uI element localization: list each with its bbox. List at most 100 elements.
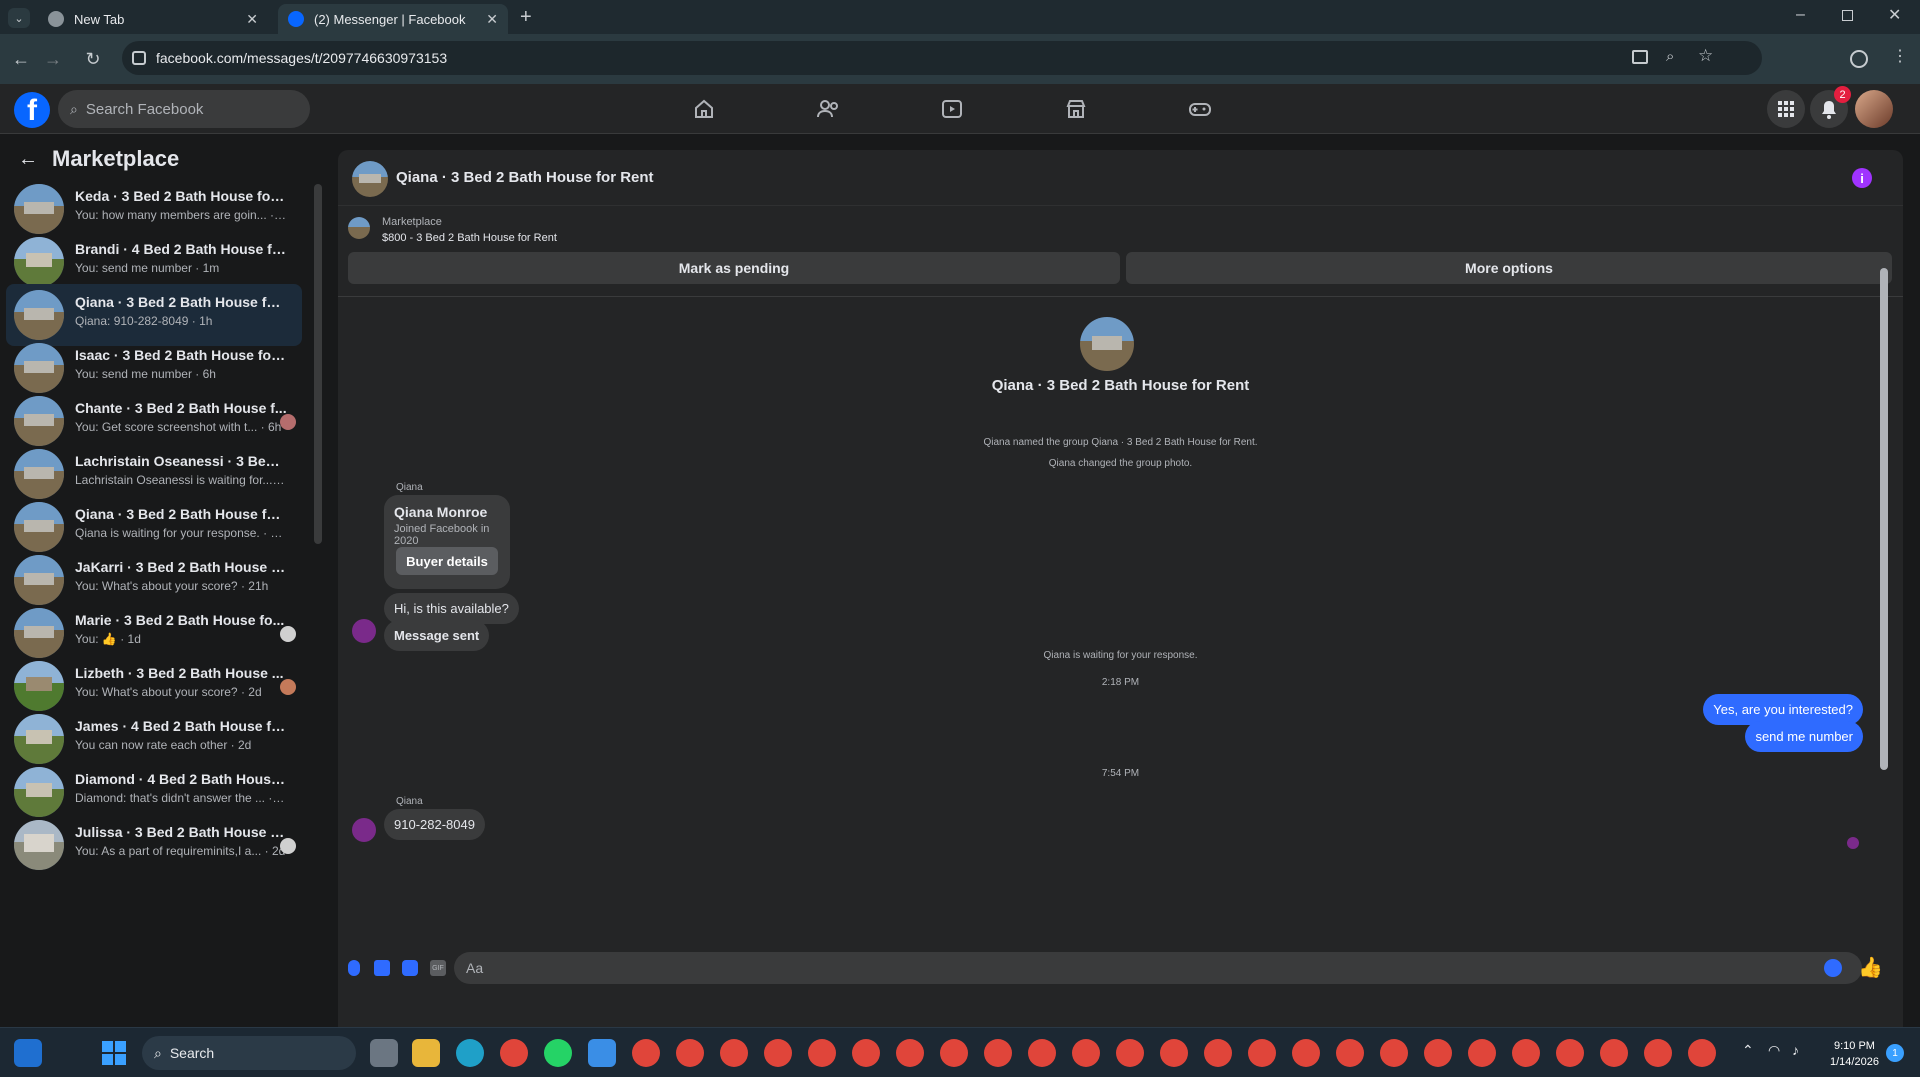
- info-icon[interactable]: i: [1852, 168, 1872, 188]
- restore-button[interactable]: [1842, 10, 1853, 21]
- listing-title[interactable]: $800 - 3 Bed 2 Bath House for Rent: [382, 232, 557, 244]
- back-arrow-icon[interactable]: ←: [18, 148, 38, 171]
- chrome-profile-icon[interactable]: [1600, 1039, 1628, 1067]
- profile-icon[interactable]: [1850, 50, 1868, 68]
- emoji-icon[interactable]: [1824, 959, 1842, 977]
- conversation-preview: You: how many members are goin... · 1m: [75, 208, 287, 222]
- tab-title: (2) Messenger | Facebook: [314, 11, 466, 27]
- facebook-logo-icon[interactable]: f: [14, 92, 50, 128]
- chrome-profile-icon[interactable]: [1028, 1039, 1056, 1067]
- whatsapp-icon[interactable]: [544, 1039, 572, 1067]
- taskbar-search[interactable]: ⌕ Search: [142, 1036, 356, 1070]
- zoom-icon[interactable]: ⌕: [1666, 48, 1674, 65]
- sender-avatar[interactable]: [352, 818, 376, 842]
- thumbs-up-icon[interactable]: 👍: [1858, 955, 1883, 980]
- chrome-profile-icon[interactable]: [632, 1039, 660, 1067]
- account-avatar[interactable]: [1855, 90, 1893, 128]
- group-avatar[interactable]: [352, 161, 388, 197]
- tab-list-button[interactable]: ⌄: [8, 8, 30, 28]
- notepad-icon[interactable]: [588, 1039, 616, 1067]
- new-tab-button[interactable]: +: [520, 6, 532, 29]
- start-icon[interactable]: [100, 1039, 128, 1067]
- listing-thumbnail: [14, 767, 64, 817]
- gif-icon[interactable]: GIF: [430, 960, 446, 976]
- marketplace-icon[interactable]: [1058, 92, 1094, 126]
- buyer-details-button[interactable]: Buyer details: [396, 547, 498, 575]
- tray-chevron-icon[interactable]: ⌃: [1742, 1042, 1754, 1059]
- microphone-icon[interactable]: [348, 960, 360, 976]
- install-app-icon[interactable]: [1632, 50, 1648, 64]
- chrome-profile-icon[interactable]: [1512, 1039, 1540, 1067]
- chrome-profile-icon[interactable]: [1556, 1039, 1584, 1067]
- chat-title[interactable]: Qiana · 3 Bed 2 Bath House for Rent: [396, 169, 654, 186]
- volume-icon[interactable]: ♪: [1792, 1042, 1799, 1058]
- marketplace-label: Marketplace: [382, 216, 442, 228]
- chrome-menu-icon[interactable]: ⋮: [1892, 46, 1908, 66]
- chrome-profile-icon[interactable]: [940, 1039, 968, 1067]
- widgets-icon[interactable]: [14, 1039, 42, 1067]
- incoming-message[interactable]: 910-282-8049: [384, 809, 485, 840]
- chrome-profile-icon[interactable]: [1292, 1039, 1320, 1067]
- chrome-profile-icon[interactable]: [1644, 1039, 1672, 1067]
- tab-messenger[interactable]: (2) Messenger | Facebook ✕: [278, 4, 508, 34]
- message-input-placeholder: Aa: [466, 960, 484, 976]
- video-icon[interactable]: [934, 92, 970, 126]
- bookmark-star-icon[interactable]: ☆: [1698, 46, 1713, 66]
- chrome-profile-icon[interactable]: [1248, 1039, 1276, 1067]
- friends-icon[interactable]: [810, 92, 846, 126]
- chrome-profile-icon[interactable]: [984, 1039, 1012, 1067]
- chrome-profile-icon[interactable]: [1424, 1039, 1452, 1067]
- chrome-profile-icon[interactable]: [764, 1039, 792, 1067]
- chat-scrollbar[interactable]: [1880, 268, 1888, 770]
- sticker-icon[interactable]: [402, 960, 418, 976]
- edge-icon[interactable]: [456, 1039, 484, 1067]
- menu-grid-button[interactable]: [1767, 90, 1805, 128]
- close-icon[interactable]: ✕: [246, 11, 258, 28]
- chrome-profile-icon[interactable]: [852, 1039, 880, 1067]
- chrome-profile-icon[interactable]: [1688, 1039, 1716, 1067]
- incoming-message[interactable]: Message sent: [384, 620, 490, 651]
- chrome-profile-icon[interactable]: [720, 1039, 748, 1067]
- sender-avatar[interactable]: [352, 619, 376, 643]
- reload-button[interactable]: ↻: [80, 46, 106, 72]
- chrome-profile-icon[interactable]: [1116, 1039, 1144, 1067]
- chrome-profile-icon[interactable]: [1160, 1039, 1188, 1067]
- gaming-icon[interactable]: [1182, 92, 1218, 126]
- taskbar-search-label: Search: [169, 1045, 215, 1061]
- buyer-card: Qiana Monroe Joined Facebook in 2020 Buy…: [384, 495, 510, 589]
- more-options-button[interactable]: More options: [1126, 252, 1892, 284]
- chrome-profile-icon[interactable]: [1468, 1039, 1496, 1067]
- system-clock[interactable]: 9:10 PM 1/14/2026: [1830, 1038, 1879, 1070]
- chrome-profile-icon[interactable]: [676, 1039, 704, 1067]
- chrome-icon[interactable]: [500, 1039, 528, 1067]
- listing-thumbnail[interactable]: [348, 217, 370, 239]
- file-explorer-icon[interactable]: [412, 1039, 440, 1067]
- chrome-icon: [48, 11, 64, 27]
- photo-icon[interactable]: [374, 960, 390, 976]
- mark-as-pending-button[interactable]: Mark as pending: [348, 252, 1120, 284]
- site-info-icon[interactable]: [132, 51, 146, 65]
- close-icon[interactable]: ✕: [486, 11, 498, 28]
- task-view-icon[interactable]: [370, 1039, 398, 1067]
- wifi-icon[interactable]: ◠: [1768, 1042, 1780, 1059]
- address-bar[interactable]: facebook.com/messages/t/2097746630973153…: [122, 41, 1762, 75]
- home-icon[interactable]: [686, 92, 722, 126]
- notification-center-icon[interactable]: 1: [1886, 1044, 1904, 1062]
- sidebar-scrollbar[interactable]: [314, 184, 322, 544]
- conversation-item[interactable]: Julissa · 3 Bed 2 Bath House F... You: A…: [6, 814, 302, 876]
- chrome-profile-icon[interactable]: [1204, 1039, 1232, 1067]
- facebook-search-input[interactable]: ⌕ Search Facebook: [58, 90, 310, 128]
- chrome-profile-icon[interactable]: [808, 1039, 836, 1067]
- chrome-profile-icon[interactable]: [896, 1039, 924, 1067]
- outgoing-message[interactable]: send me number: [1745, 721, 1863, 752]
- chrome-profile-icon[interactable]: [1072, 1039, 1100, 1067]
- chrome-profile-icon[interactable]: [1336, 1039, 1364, 1067]
- seen-avatar: [280, 679, 296, 695]
- tab-new-tab[interactable]: New Tab ✕: [38, 4, 268, 34]
- back-button[interactable]: ←: [8, 46, 34, 72]
- message-input[interactable]: Aa: [454, 952, 1862, 984]
- minimize-button[interactable]: –: [1796, 6, 1805, 24]
- chrome-profile-icon[interactable]: [1380, 1039, 1408, 1067]
- close-window-button[interactable]: ✕: [1888, 5, 1901, 25]
- forward-button[interactable]: →: [40, 46, 66, 72]
